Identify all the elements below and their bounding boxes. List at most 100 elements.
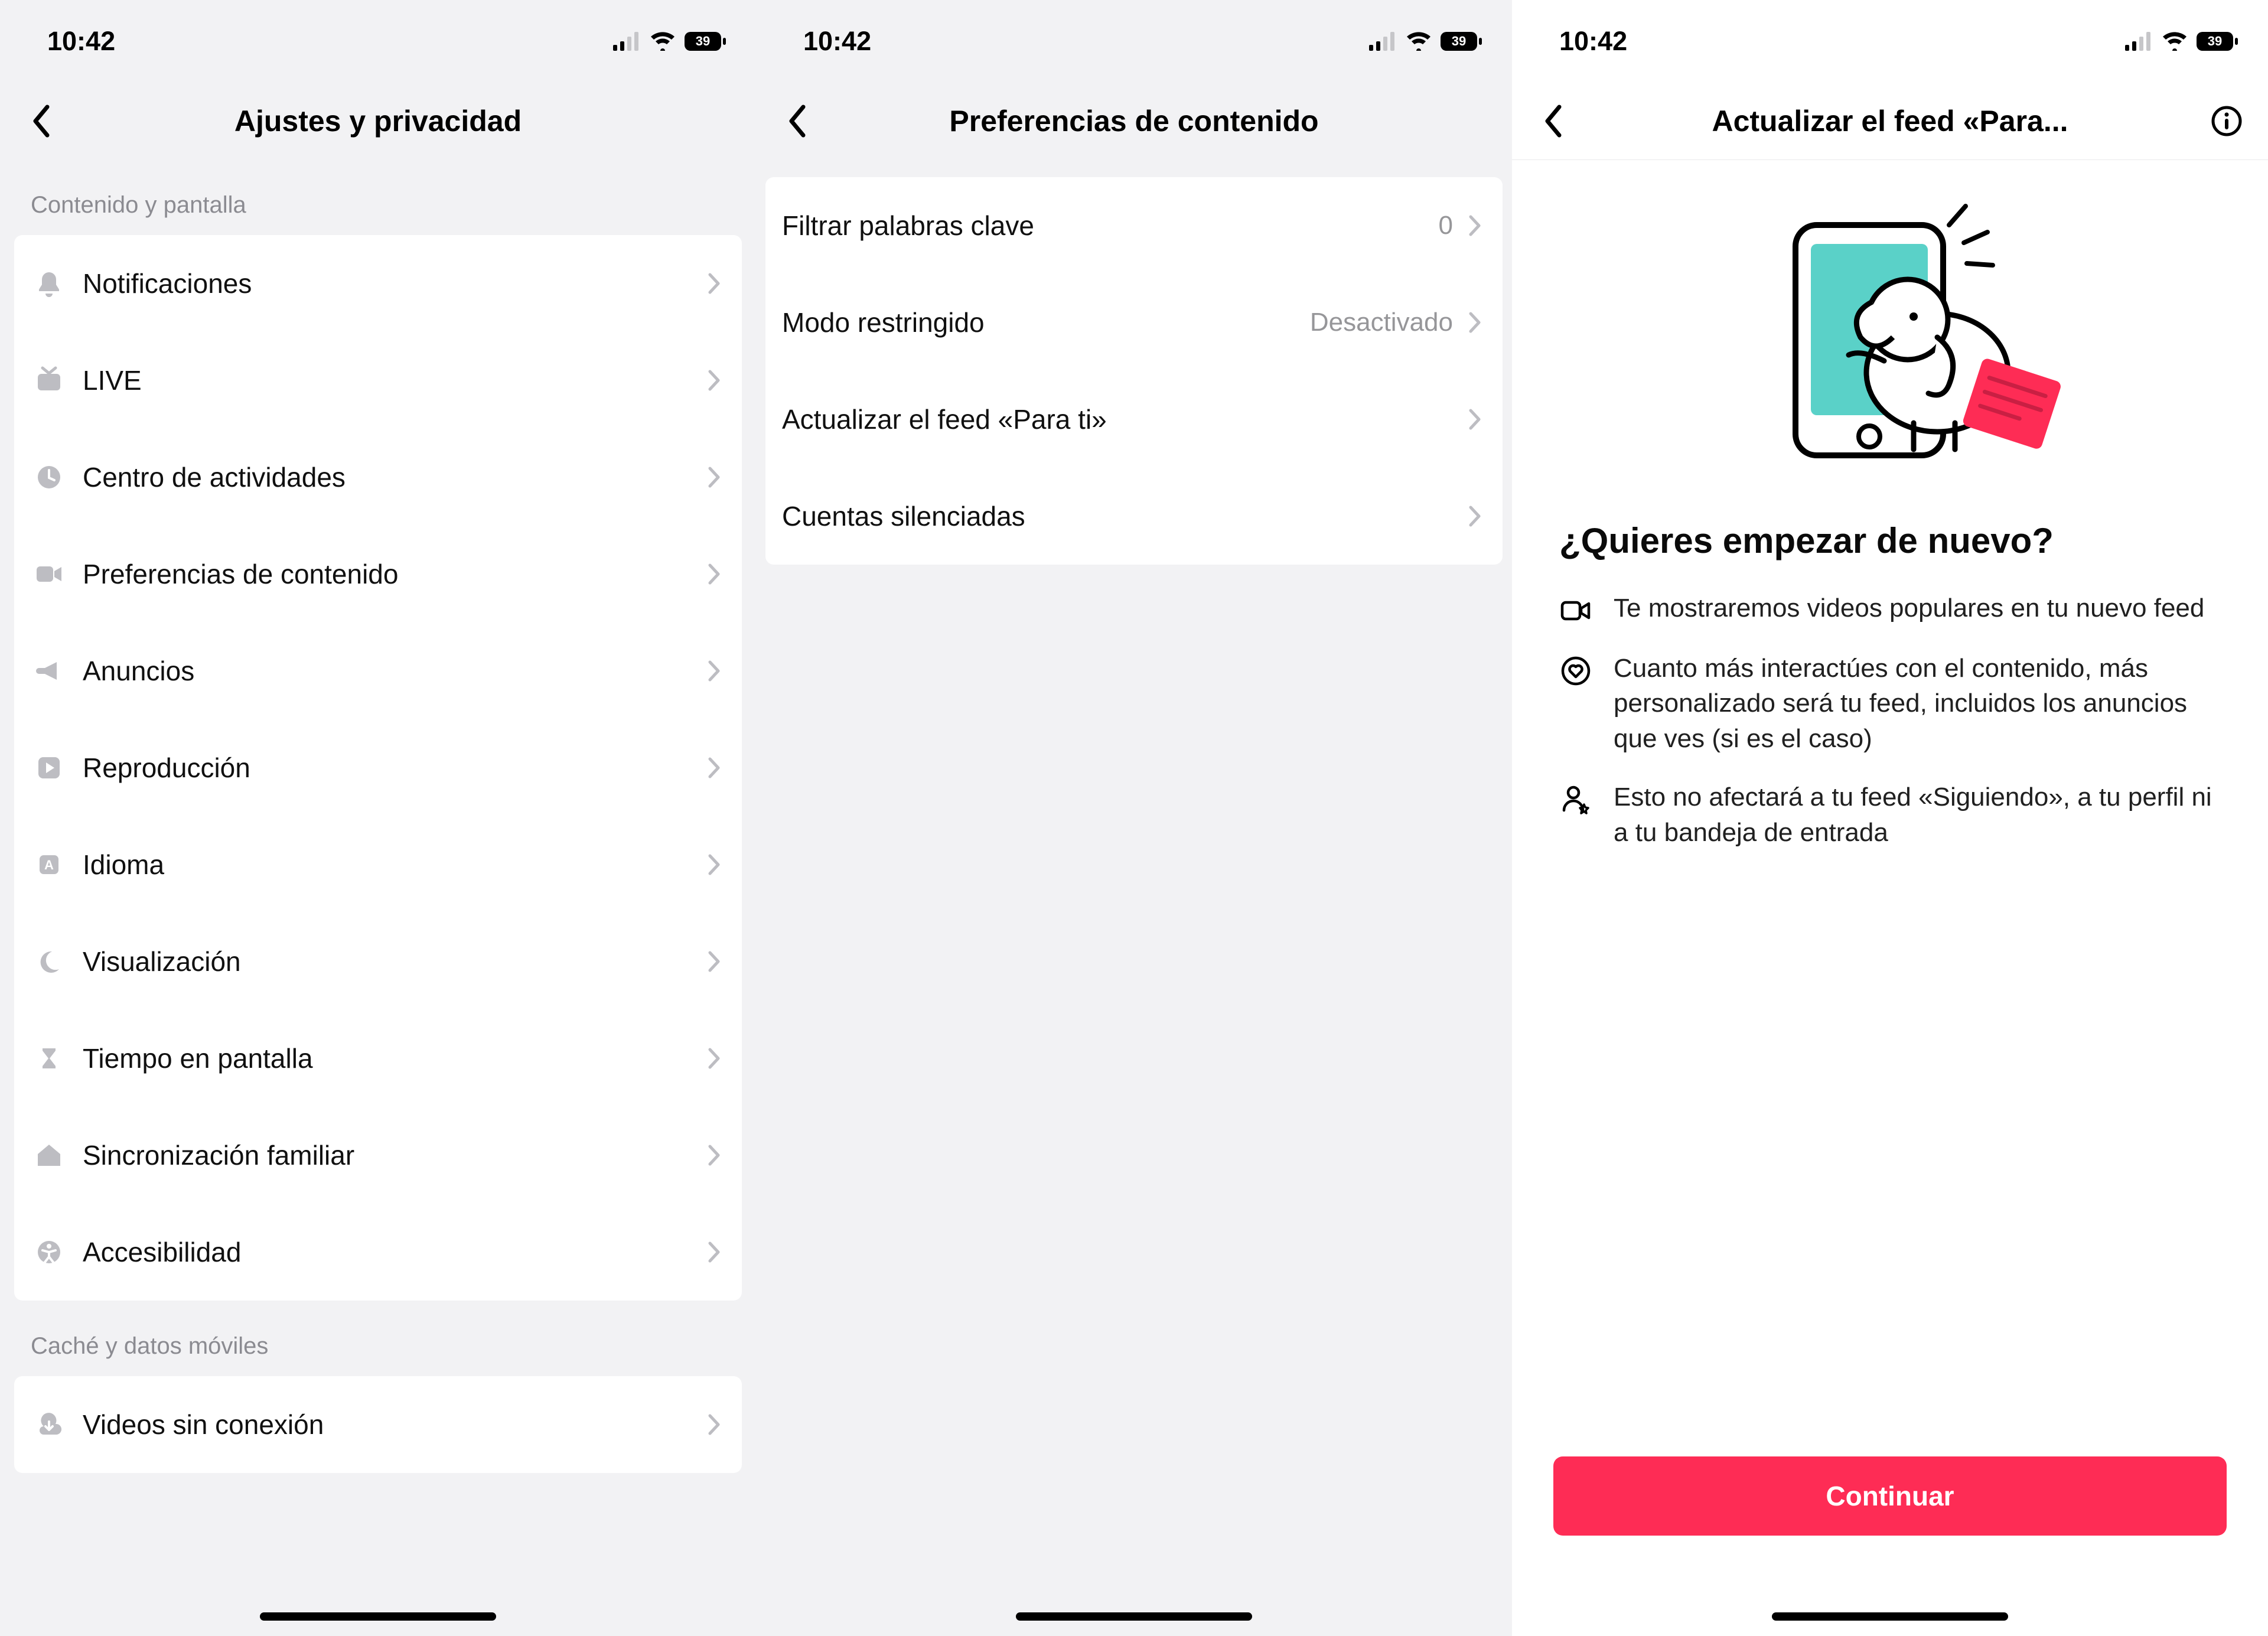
- wifi-icon: [2162, 32, 2188, 51]
- language-icon: A: [31, 846, 67, 883]
- battery-percent-text: 39: [696, 34, 710, 48]
- home-indicator[interactable]: [1772, 1612, 2008, 1621]
- wifi-icon: [650, 32, 676, 51]
- clock-icon: [31, 459, 67, 496]
- chevron-right-icon: [703, 1413, 726, 1436]
- svg-text:39: 39: [1452, 34, 1466, 48]
- bullet-text: Te mostraremos videos populares en tu nu…: [1614, 591, 2204, 625]
- person-star-icon: [1559, 783, 1592, 816]
- cellular-icon: [613, 32, 641, 51]
- item-value: Desactivado: [1310, 308, 1453, 337]
- section-header-cache: Caché y datos móviles: [0, 1301, 756, 1376]
- chevron-right-icon: [703, 272, 726, 295]
- status-bar: 10:42 39: [756, 0, 1512, 83]
- chevron-right-icon: [703, 562, 726, 586]
- status-right: 39: [1369, 31, 1482, 52]
- settings-item-preferencias[interactable]: Preferencias de contenido: [14, 526, 742, 623]
- battery-icon: 39: [2196, 31, 2238, 52]
- pref-item-muted-accounts[interactable]: Cuentas silenciadas: [765, 468, 1503, 565]
- settings-item-reproduccion[interactable]: Reproducción: [14, 719, 742, 816]
- item-label: Filtrar palabras clave: [782, 210, 1439, 242]
- status-bar: 10:42 39: [1512, 0, 2268, 83]
- status-time: 10:42: [803, 26, 871, 57]
- page-title: Actualizar el feed «Para...: [1712, 104, 2068, 138]
- cellular-icon: [1369, 32, 1397, 51]
- screen-content-prefs: 10:42 39 Preferencias de contenido: [756, 0, 1512, 1636]
- back-button[interactable]: [24, 103, 59, 139]
- item-label: Videos sin conexión: [83, 1409, 703, 1441]
- cellular-icon: [2125, 32, 2153, 51]
- item-label: Preferencias de contenido: [83, 558, 703, 590]
- nav-bar: Ajustes y privacidad: [0, 83, 756, 159]
- item-label: Cuentas silenciadas: [782, 500, 1464, 532]
- item-label: Accesibilidad: [83, 1236, 703, 1268]
- bullet-text: Cuanto más interactúes con el contenido,…: [1614, 651, 2221, 756]
- play-icon: [31, 749, 67, 786]
- item-label: Actualizar el feed «Para ti»: [782, 403, 1464, 435]
- chevron-right-icon: [1464, 214, 1487, 237]
- item-label: Notificaciones: [83, 268, 703, 299]
- item-label: Reproducción: [83, 752, 703, 784]
- settings-item-notificaciones[interactable]: Notificaciones: [14, 235, 742, 332]
- home-indicator[interactable]: [260, 1612, 496, 1621]
- item-label: Modo restringido: [782, 307, 1310, 338]
- settings-item-idioma[interactable]: A Idioma: [14, 816, 742, 913]
- bullet-2: Cuanto más interactúes con el contenido,…: [1512, 639, 2268, 768]
- megaphone-icon: [31, 653, 67, 689]
- settings-item-sincronizacion[interactable]: Sincronización familiar: [14, 1107, 742, 1204]
- section-header-content: Contenido y pantalla: [0, 159, 756, 235]
- chevron-right-icon: [1464, 504, 1487, 528]
- status-right: 39: [613, 31, 726, 52]
- bullet-1: Te mostraremos videos populares en tu nu…: [1512, 579, 2268, 639]
- item-value: 0: [1439, 211, 1453, 240]
- item-label: Tiempo en pantalla: [83, 1042, 703, 1074]
- battery-icon: 39: [1440, 31, 1482, 52]
- heart-target-icon: [1559, 654, 1592, 687]
- chevron-right-icon: [703, 950, 726, 973]
- pref-item-restricted-mode[interactable]: Modo restringido Desactivado: [765, 274, 1503, 371]
- bullet-text: Esto no afectará a tu feed «Siguiendo», …: [1614, 780, 2221, 850]
- item-label: LIVE: [83, 364, 703, 396]
- info-button[interactable]: [2209, 103, 2244, 139]
- item-label: Centro de actividades: [83, 461, 703, 493]
- chevron-right-icon: [703, 369, 726, 392]
- settings-item-actividades[interactable]: Centro de actividades: [14, 429, 742, 526]
- video-icon: [31, 556, 67, 592]
- settings-item-accesibilidad[interactable]: Accesibilidad: [14, 1204, 742, 1301]
- back-button[interactable]: [1536, 103, 1571, 139]
- heading: ¿Quieres empezar de nuevo?: [1512, 491, 2268, 579]
- hourglass-icon: [31, 1040, 67, 1077]
- chevron-right-icon: [703, 1240, 726, 1264]
- page-title: Preferencias de contenido: [949, 104, 1318, 138]
- info-icon: [2211, 105, 2243, 137]
- home-icon: [31, 1137, 67, 1174]
- settings-item-anuncios[interactable]: Anuncios: [14, 623, 742, 719]
- chevron-right-icon: [1464, 408, 1487, 431]
- nav-bar: Preferencias de contenido: [756, 83, 1512, 159]
- bullet-3: Esto no afectará a tu feed «Siguiendo», …: [1512, 768, 2268, 862]
- chevron-right-icon: [703, 853, 726, 876]
- back-button[interactable]: [780, 103, 815, 139]
- nav-bar: Actualizar el feed «Para...: [1512, 83, 2268, 160]
- item-label: Sincronización familiar: [83, 1139, 703, 1171]
- chevron-right-icon: [703, 1143, 726, 1167]
- settings-item-videos-sin-conexion[interactable]: Videos sin conexión: [14, 1376, 742, 1473]
- bell-icon: [31, 265, 67, 302]
- item-label: Anuncios: [83, 655, 703, 687]
- content-prefs-list: Filtrar palabras clave 0 Modo restringid…: [765, 177, 1503, 565]
- settings-item-visualizacion[interactable]: Visualización: [14, 913, 742, 1010]
- download-icon: [31, 1406, 67, 1443]
- settings-item-tiempo-pantalla[interactable]: Tiempo en pantalla: [14, 1010, 742, 1107]
- screen-settings: 10:42 39 Ajustes y privacidad Contenido …: [0, 0, 756, 1636]
- pref-item-filter-keywords[interactable]: Filtrar palabras clave 0: [765, 177, 1503, 274]
- chevron-right-icon: [703, 1047, 726, 1070]
- accessibility-icon: [31, 1234, 67, 1270]
- settings-item-live[interactable]: LIVE: [14, 332, 742, 429]
- chevron-right-icon: [703, 465, 726, 489]
- item-label: Idioma: [83, 849, 703, 881]
- status-time: 10:42: [1559, 26, 1627, 57]
- continue-button[interactable]: Continuar: [1553, 1456, 2227, 1536]
- screen-refresh-feed: 10:42 39 Actualizar el feed «Para...: [1512, 0, 2268, 1636]
- pref-item-refresh-feed[interactable]: Actualizar el feed «Para ti»: [765, 371, 1503, 468]
- home-indicator[interactable]: [1016, 1612, 1252, 1621]
